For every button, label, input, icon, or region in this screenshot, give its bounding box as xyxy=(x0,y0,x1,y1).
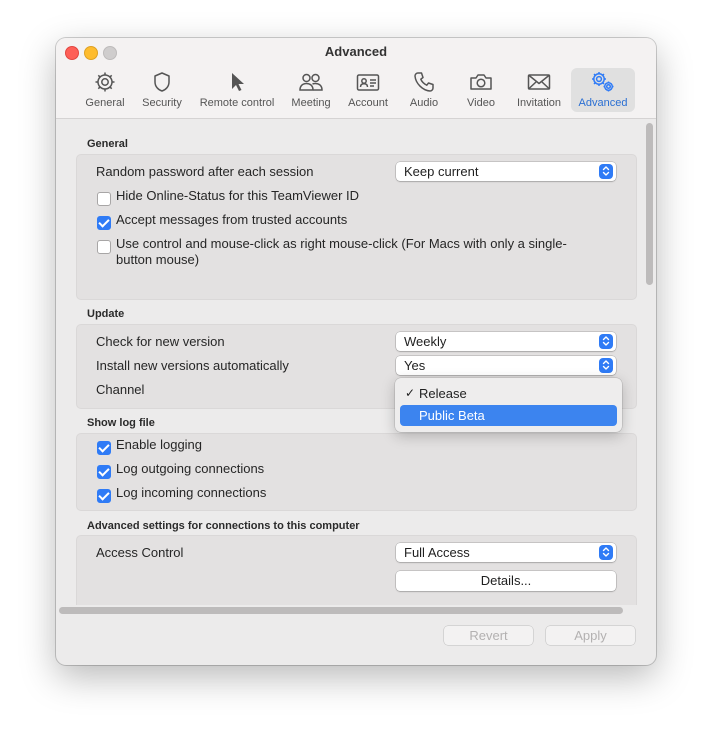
enable-logging-label: Enable logging xyxy=(116,437,203,452)
people-icon xyxy=(299,73,323,91)
enable-logging-checkbox[interactable] xyxy=(97,441,111,455)
tab-label: Meeting xyxy=(291,97,331,109)
tab-label: Invitation xyxy=(516,97,562,109)
tab-audio[interactable]: Audio xyxy=(400,68,448,112)
select-stepper-icon xyxy=(599,164,613,179)
section-title-general: General xyxy=(87,138,128,150)
access-control-label: Access Control xyxy=(96,545,184,560)
channel-label: Channel xyxy=(96,382,145,397)
check-version-label: Check for new version xyxy=(96,334,225,349)
select-value: Keep current xyxy=(404,164,479,179)
tab-security[interactable]: Security xyxy=(136,68,188,112)
gear-icon xyxy=(95,72,115,92)
general-group: Random password after each session Keep … xyxy=(76,154,637,300)
section-title-advanced-connections: Advanced settings for connections to thi… xyxy=(87,520,360,532)
advanced-connections-group: Access Control Full Access Details... xyxy=(76,535,637,605)
log-outgoing-checkbox[interactable] xyxy=(97,465,111,479)
tab-general[interactable]: General xyxy=(80,68,130,112)
section-title-update: Update xyxy=(87,308,125,320)
vertical-scrollbar[interactable] xyxy=(644,119,655,605)
tab-advanced[interactable]: Advanced xyxy=(571,68,635,112)
horizontal-scroll-thumb[interactable] xyxy=(59,607,623,614)
tab-label: Audio xyxy=(409,97,439,109)
phone-icon xyxy=(414,72,434,92)
log-incoming-label: Log incoming connections xyxy=(116,485,267,500)
tab-meeting[interactable]: Meeting xyxy=(284,68,338,112)
tab-label: Security xyxy=(142,97,182,109)
tab-remote-control[interactable]: Remote control xyxy=(194,68,280,112)
select-stepper-icon xyxy=(599,334,613,349)
channel-option-public-beta[interactable]: Public Beta xyxy=(400,405,617,426)
section-title-log: Show log file xyxy=(87,417,155,429)
tab-invitation[interactable]: Invitation xyxy=(512,68,566,112)
checkmark-icon: ✓ xyxy=(405,386,416,400)
revert-button[interactable]: Revert xyxy=(444,626,533,645)
preferences-window: Advanced General Security Remote control xyxy=(56,38,656,665)
vertical-scroll-thumb[interactable] xyxy=(646,123,653,285)
select-stepper-icon xyxy=(599,545,613,560)
log-outgoing-label: Log outgoing connections xyxy=(116,461,265,476)
channel-option-release[interactable]: ✓ Release xyxy=(400,383,617,404)
hide-online-status-label: Hide Online-Status for this TeamViewer I… xyxy=(116,188,360,203)
accept-messages-checkbox[interactable] xyxy=(97,216,111,230)
shield-icon xyxy=(154,72,170,92)
log-incoming-checkbox[interactable] xyxy=(97,489,111,503)
details-button[interactable]: Details... xyxy=(396,571,616,591)
tab-label: Remote control xyxy=(199,97,275,109)
right-click-checkbox[interactable] xyxy=(97,240,111,254)
id-card-icon xyxy=(356,74,380,91)
right-click-label-line2: button mouse) xyxy=(116,252,200,267)
window-title: Advanced xyxy=(324,44,388,59)
select-value: Yes xyxy=(404,358,426,373)
select-value: Weekly xyxy=(404,334,447,349)
settings-content: General Random password after each sessi… xyxy=(56,119,640,605)
right-click-label: Use control and mouse-click as right mou… xyxy=(116,236,567,251)
select-stepper-icon xyxy=(599,358,613,373)
menu-item-label: Public Beta xyxy=(419,408,485,423)
tab-video[interactable]: Video xyxy=(456,68,506,112)
random-password-label: Random password after each session xyxy=(96,164,314,179)
install-auto-select[interactable]: Yes xyxy=(396,356,616,375)
apply-button[interactable]: Apply xyxy=(546,626,635,645)
log-group: Enable logging Log outgoing connections … xyxy=(76,433,637,511)
envelope-icon xyxy=(527,74,551,90)
access-control-select[interactable]: Full Access xyxy=(396,543,616,562)
select-value: Full Access xyxy=(404,545,470,560)
channel-dropdown-menu: ✓ Release Public Beta xyxy=(395,378,622,432)
random-password-select[interactable]: Keep current xyxy=(396,162,616,181)
hide-online-status-checkbox[interactable] xyxy=(97,192,111,206)
tab-account[interactable]: Account xyxy=(342,68,394,112)
check-version-select[interactable]: Weekly xyxy=(396,332,616,351)
cursor-arrow-icon xyxy=(232,73,244,91)
horizontal-scrollbar[interactable] xyxy=(56,605,640,616)
title-bar: Advanced General Security Remote control xyxy=(56,38,656,119)
accept-messages-label: Accept messages from trusted accounts xyxy=(116,212,348,227)
tab-label: Video xyxy=(467,97,495,109)
tab-label: General xyxy=(85,97,125,109)
menu-item-label: Release xyxy=(419,386,467,401)
tab-label: Account xyxy=(348,97,388,109)
install-auto-label: Install new versions automatically xyxy=(96,358,289,373)
camera-icon xyxy=(470,74,492,90)
gears-icon xyxy=(592,72,614,92)
tab-label: Advanced xyxy=(578,97,628,109)
